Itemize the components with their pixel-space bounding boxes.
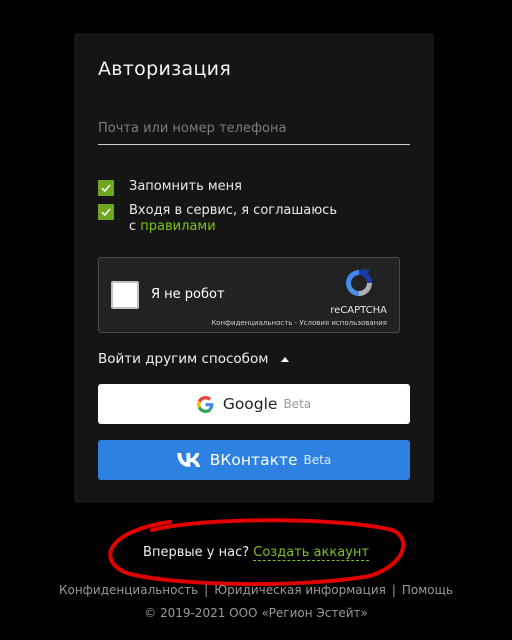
google-beta-badge: Beta <box>283 397 312 411</box>
recaptcha-checkbox[interactable] <box>111 281 139 309</box>
remember-me-checkbox[interactable] <box>98 180 114 196</box>
copyright: © 2019-2021 ООО «Регион Эстейт» <box>144 606 368 620</box>
google-button-label: Google <box>222 395 278 413</box>
terms-checkbox[interactable] <box>98 204 114 220</box>
login-panel: Авторизация Запомнить меня Входя в серви… <box>74 33 434 503</box>
recaptcha-brand: reCAPTCHA <box>330 305 387 316</box>
other-login-toggle[interactable]: Войти другим способом <box>98 351 290 367</box>
page-title: Авторизация <box>98 58 232 80</box>
vk-icon <box>177 453 201 467</box>
login-field[interactable] <box>98 113 410 145</box>
terms-label: Входя в сервис, я соглашаюсь с правилами <box>129 203 337 235</box>
terms-link[interactable]: правилами <box>140 219 215 234</box>
google-icon <box>196 395 214 413</box>
recaptcha-links: Конфиденциальность - Условия использован… <box>211 319 387 327</box>
terms-text-prefix: с <box>129 219 141 234</box>
checkmark-icon <box>101 184 111 193</box>
recaptcha-label: Я не робот <box>151 287 225 302</box>
vk-login-button[interactable]: ВКонтакте Beta <box>98 440 410 480</box>
remember-me-label: Запомнить меня <box>129 179 243 194</box>
footer-help-link[interactable]: Помощь <box>402 583 453 597</box>
footer-legal-link[interactable]: Юридическая информация <box>214 583 386 597</box>
terms-row[interactable]: Входя в сервис, я соглашаюсь с правилами <box>98 203 337 235</box>
footer-separator: | <box>391 583 396 597</box>
terms-text: Входя в сервис, я соглашаюсь <box>129 203 337 218</box>
recaptcha-privacy-link[interactable]: Конфиденциальность <box>211 319 292 327</box>
footer-separator: | <box>204 583 209 597</box>
google-login-button[interactable]: Google Beta <box>98 384 410 424</box>
checkmark-icon <box>101 208 111 217</box>
recaptcha-widget: Я не робот reCAPTCHA Конфиденциальность … <box>98 257 400 333</box>
vk-button-label: ВКонтакте <box>209 451 298 469</box>
remember-me-row[interactable]: Запомнить меня <box>98 179 242 196</box>
login-input[interactable] <box>98 113 410 144</box>
signup-prompt-text: Впервые у нас? <box>143 545 250 560</box>
create-account-link[interactable]: Создать аккаунт <box>253 545 369 561</box>
recaptcha-logo-icon <box>346 268 372 296</box>
signup-prompt: Впервые у нас? Создать аккаунт <box>0 545 512 561</box>
other-login-label: Войти другим способом <box>98 351 269 367</box>
footer-privacy-link[interactable]: Конфиденциальность <box>59 583 198 597</box>
footer-links: Конфиденциальность | Юридическая информаци… <box>0 583 512 597</box>
recaptcha-terms-link[interactable]: Условия использования <box>299 319 387 327</box>
caret-up-icon <box>281 356 290 362</box>
vk-beta-badge: Beta <box>303 453 332 467</box>
